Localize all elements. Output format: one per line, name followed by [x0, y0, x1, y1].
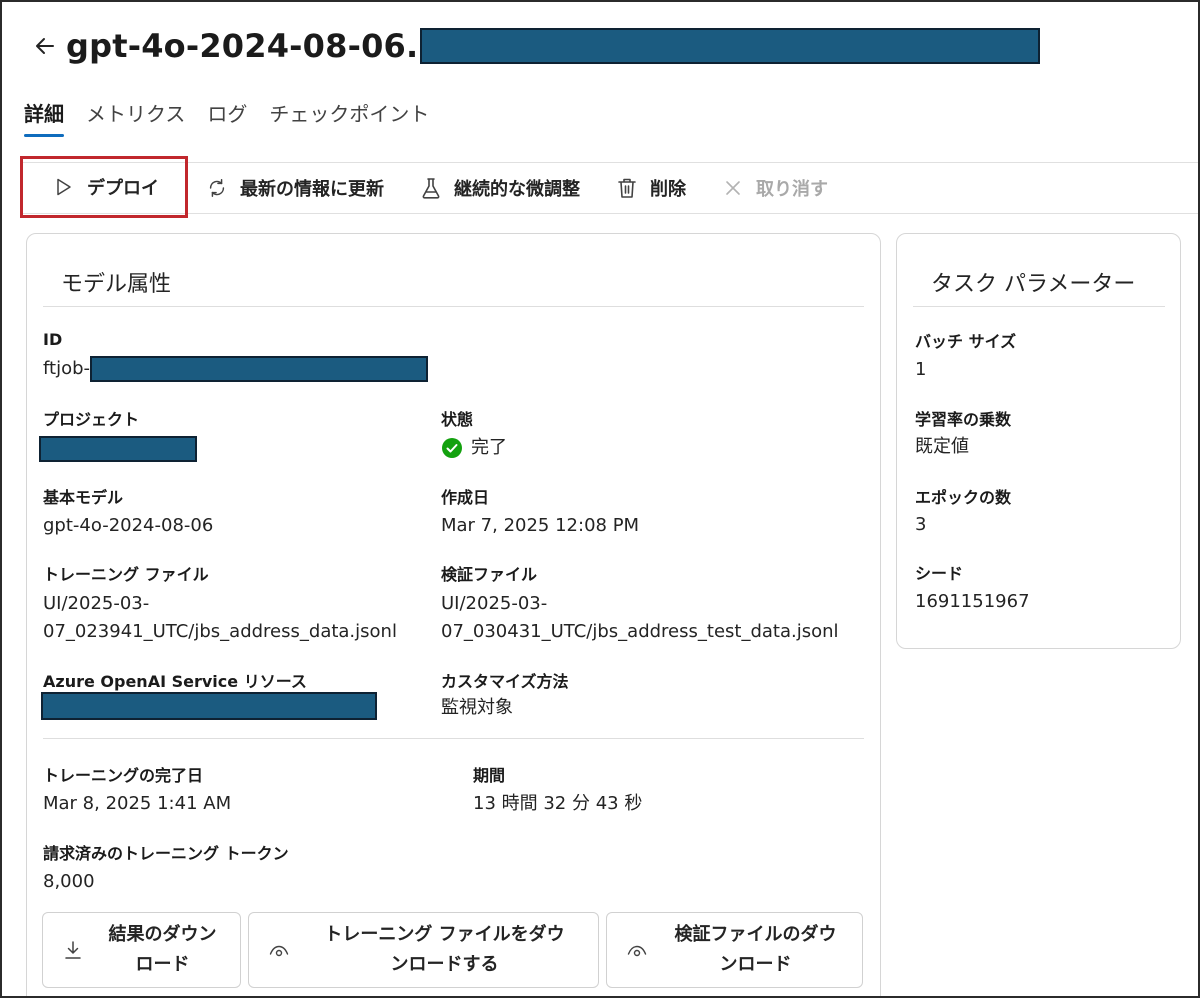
id-label: ID [43, 330, 63, 349]
page-header: gpt-4o-2024-08-06. [30, 24, 1041, 68]
created-label: 作成日 [441, 488, 490, 507]
divider [913, 306, 1165, 307]
download-training-line2: ンロードする [390, 954, 499, 975]
delete-button[interactable]: 削除 [598, 163, 704, 213]
batch-size-label: バッチ サイズ [915, 332, 1017, 351]
batch-size-value: 1 [915, 359, 927, 380]
eye-icon [269, 940, 289, 960]
customize-value: 監視対象 [441, 697, 513, 718]
epochs-label: エポックの数 [915, 488, 1012, 507]
duration-label: 期間 [473, 766, 506, 785]
task-parameters-card: タスク パラメーター バッチ サイズ 1 学習率の乗数 既定値 エポックの数 3… [896, 233, 1181, 649]
seed-value: 1691151967 [915, 591, 1030, 612]
job-id-prefix: ftjob- [43, 358, 91, 379]
lr-multiplier-value: 既定値 [915, 436, 969, 457]
download-validation-line2: ンロード [719, 954, 792, 975]
divider [43, 306, 864, 307]
task-parameters-title: タスク パラメーター [931, 272, 1136, 297]
back-button[interactable] [30, 31, 60, 61]
delete-label: 削除 [650, 179, 686, 200]
validation-file-label: 検証ファイル [441, 565, 538, 584]
dismiss-icon [722, 177, 744, 199]
download-training-file-button[interactable]: トレーニング ファイルをダウ ンロードする [248, 912, 599, 988]
app-frame: gpt-4o-2024-08-06. 詳細 メトリクス ログ チェックポイント … [0, 0, 1200, 998]
beaker-icon [420, 177, 442, 199]
continuous-finetune-button[interactable]: 継続的な微調整 [402, 163, 598, 213]
redacted-title-suffix [420, 28, 1041, 64]
seed-label: シード [915, 564, 964, 583]
refresh-button[interactable]: 最新の情報に更新 [188, 163, 402, 213]
status-text: 完了 [471, 437, 507, 458]
download-results-line2: ロード [135, 954, 190, 975]
model-attributes-card: モデル属性 ID ftjob- プロジェクト 状態 完了 基本モデル gpt-4… [26, 233, 881, 996]
download-validation-file-text: 検証ファイルのダウ ンロード [661, 920, 862, 980]
created-value: Mar 7, 2025 12:08 PM [441, 515, 640, 536]
resource-label: Azure OpenAI Service リソース [43, 672, 307, 691]
continuous-finetune-label: 継続的な微調整 [454, 179, 580, 200]
download-training-line1: トレーニング ファイルをダウ [324, 924, 565, 945]
training-file-line1: UI/2025-03- [43, 593, 150, 614]
download-training-file-text: トレーニング ファイルをダウ ンロードする [303, 920, 598, 980]
validation-file-line1: UI/2025-03- [441, 593, 548, 614]
lr-multiplier-label: 学習率の乗数 [915, 410, 1012, 429]
eye-icon [627, 940, 647, 960]
download-validation-line1: 検証ファイルのダウ [674, 924, 837, 945]
download-validation-file-button[interactable]: 検証ファイルのダウ ンロード [606, 912, 863, 988]
download-results-button[interactable]: 結果のダウン ロード [42, 912, 241, 988]
status-value: 完了 [441, 434, 507, 462]
base-model-value: gpt-4o-2024-08-06 [43, 515, 214, 536]
refresh-label: 最新の情報に更新 [240, 179, 384, 200]
tab-checkpoints[interactable]: チェックポイント [269, 98, 429, 137]
download-results-line1: 結果のダウン [108, 924, 217, 945]
tab-logs[interactable]: ログ [207, 98, 247, 137]
completed-label: トレーニングの完了日 [43, 766, 204, 785]
tab-metrics[interactable]: メトリクス [86, 98, 185, 137]
epochs-value: 3 [915, 514, 927, 535]
tokens-value: 8,000 [43, 871, 95, 892]
duration-value: 13 時間 32 分 43 秒 [473, 793, 643, 814]
redacted-project [39, 436, 197, 462]
base-model-label: 基本モデル [43, 488, 124, 507]
job-id-value: ftjob- [43, 355, 429, 383]
model-attributes-title: モデル属性 [61, 272, 172, 297]
customize-label: カスタマイズ方法 [441, 672, 569, 691]
tab-bar: 詳細 メトリクス ログ チェックポイント [24, 98, 429, 137]
trash-icon [616, 177, 638, 199]
download-results-text: 結果のダウン ロード [97, 920, 240, 980]
refresh-icon [206, 177, 228, 199]
tokens-label: 請求済みのトレーニング トークン [43, 844, 289, 863]
status-label: 状態 [441, 410, 474, 429]
deploy-button[interactable]: デプロイ [20, 156, 188, 218]
cancel-label: 取り消す [756, 179, 828, 200]
redacted-job-id [90, 356, 429, 382]
redacted-resource [41, 692, 377, 720]
deploy-label: デプロイ [87, 178, 159, 199]
cancel-button[interactable]: 取り消す [704, 163, 846, 213]
page-title: gpt-4o-2024-08-06. [66, 27, 419, 65]
arrow-left-icon [36, 38, 54, 54]
checkmark-circle-icon [442, 438, 462, 458]
completed-value: Mar 8, 2025 1:41 AM [43, 793, 232, 814]
project-label: プロジェクト [43, 410, 140, 429]
download-icon [63, 940, 83, 960]
command-bar: デプロイ 最新の情報に更新 継続的な微調整 削除 取り消す [20, 156, 1198, 218]
divider [43, 738, 864, 739]
play-icon [53, 176, 75, 198]
training-file-label: トレーニング ファイル [43, 565, 209, 584]
tab-details[interactable]: 詳細 [24, 98, 64, 137]
training-file-line2: 07_023941_UTC/jbs_address_data.jsonl [43, 621, 397, 642]
validation-file-line2: 07_030431_UTC/jbs_address_test_data.json… [441, 621, 839, 642]
